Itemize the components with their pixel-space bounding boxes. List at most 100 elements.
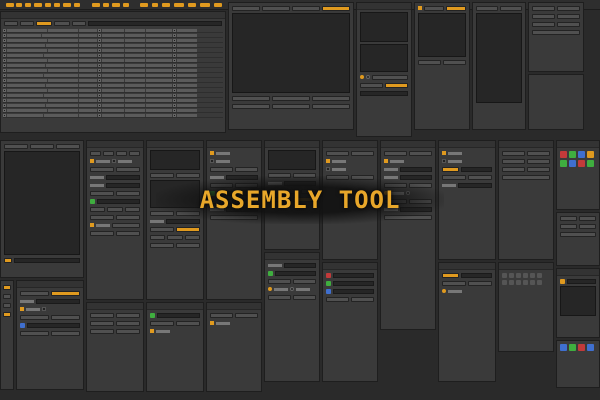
option-button[interactable] bbox=[150, 242, 174, 248]
value-field[interactable] bbox=[36, 298, 80, 304]
option-button[interactable] bbox=[442, 174, 466, 180]
option-button[interactable] bbox=[90, 190, 114, 196]
tool-button[interactable] bbox=[116, 150, 127, 156]
action-button[interactable] bbox=[312, 95, 350, 101]
value-field[interactable] bbox=[460, 272, 492, 278]
toolbar-button[interactable] bbox=[72, 20, 86, 26]
option-button[interactable] bbox=[90, 320, 114, 326]
toolbar-tab[interactable] bbox=[63, 3, 71, 7]
option-button[interactable] bbox=[268, 188, 283, 194]
tool-button[interactable] bbox=[3, 302, 11, 308]
row-checkbox[interactable] bbox=[3, 73, 6, 77]
tool-button[interactable] bbox=[3, 293, 11, 299]
value-field[interactable] bbox=[157, 312, 200, 318]
option-button[interactable] bbox=[293, 172, 316, 178]
color-swatch-icon[interactable] bbox=[560, 160, 567, 167]
option-button[interactable] bbox=[527, 158, 550, 164]
option-button[interactable] bbox=[90, 328, 114, 334]
preview-viewport[interactable] bbox=[232, 13, 350, 93]
option-button[interactable] bbox=[446, 5, 466, 11]
option-button[interactable] bbox=[351, 150, 374, 156]
checkbox-icon[interactable] bbox=[442, 159, 446, 163]
value-field[interactable] bbox=[226, 174, 258, 180]
option-button[interactable] bbox=[560, 223, 577, 229]
value-field[interactable] bbox=[333, 280, 374, 286]
row-checkbox[interactable] bbox=[3, 103, 6, 107]
option-button[interactable] bbox=[326, 174, 349, 180]
color-swatch-icon[interactable] bbox=[326, 272, 331, 278]
option-button[interactable] bbox=[557, 5, 580, 11]
option-button[interactable] bbox=[150, 226, 174, 232]
checkbox-icon[interactable] bbox=[90, 159, 94, 163]
option-button[interactable] bbox=[372, 74, 408, 80]
radio-icon[interactable] bbox=[384, 191, 388, 195]
color-swatch-icon[interactable] bbox=[150, 312, 155, 318]
value-field[interactable] bbox=[284, 262, 316, 268]
color-swatch-icon[interactable] bbox=[578, 160, 585, 167]
option-button[interactable] bbox=[557, 13, 580, 19]
toolbar-button[interactable] bbox=[232, 5, 260, 11]
row-checkbox[interactable] bbox=[3, 38, 6, 42]
toolbar-tab[interactable] bbox=[92, 3, 100, 7]
toolbar-button[interactable] bbox=[54, 20, 70, 26]
apply-button[interactable] bbox=[4, 257, 12, 263]
value-field[interactable] bbox=[333, 288, 374, 294]
value-field[interactable] bbox=[333, 272, 374, 278]
toolbar-tab[interactable] bbox=[16, 3, 22, 7]
value-field[interactable] bbox=[27, 322, 80, 328]
option-button[interactable] bbox=[150, 320, 174, 326]
color-swatch-icon[interactable] bbox=[326, 280, 331, 286]
option-button[interactable] bbox=[210, 166, 233, 172]
row-checkbox[interactable] bbox=[3, 68, 6, 72]
option-button[interactable] bbox=[560, 215, 577, 221]
value-field[interactable] bbox=[460, 166, 492, 172]
checkbox-icon[interactable] bbox=[90, 223, 94, 227]
option-button[interactable] bbox=[442, 272, 459, 278]
file-view[interactable] bbox=[4, 151, 80, 255]
option-button[interactable] bbox=[468, 280, 492, 286]
option-button[interactable] bbox=[235, 198, 258, 204]
option-button[interactable] bbox=[51, 330, 80, 336]
option-button[interactable] bbox=[527, 166, 550, 172]
toolbar-tab[interactable] bbox=[54, 3, 60, 7]
option-button[interactable] bbox=[20, 330, 49, 336]
color-swatch-icon[interactable] bbox=[210, 190, 215, 196]
color-swatch-icon[interactable] bbox=[268, 270, 273, 276]
value-field[interactable] bbox=[217, 190, 258, 196]
option-button[interactable] bbox=[500, 5, 522, 11]
row-checkbox[interactable] bbox=[3, 63, 6, 67]
toolbar-tab[interactable] bbox=[162, 3, 170, 7]
toolbar-tab[interactable] bbox=[34, 3, 42, 7]
toolbar-tab[interactable] bbox=[200, 3, 210, 7]
log-view[interactable] bbox=[560, 286, 596, 316]
color-swatch-icon[interactable] bbox=[90, 198, 95, 204]
option-button[interactable] bbox=[112, 222, 140, 228]
row-checkbox[interactable] bbox=[3, 78, 6, 82]
option-button[interactable] bbox=[502, 174, 550, 180]
action-button[interactable] bbox=[232, 103, 270, 109]
option-button[interactable] bbox=[235, 182, 258, 188]
option-button[interactable] bbox=[235, 312, 258, 318]
preview-viewport[interactable] bbox=[360, 44, 408, 72]
option-button[interactable] bbox=[284, 188, 300, 194]
option-button[interactable] bbox=[268, 294, 291, 300]
value-field[interactable] bbox=[400, 174, 432, 180]
option-button[interactable] bbox=[468, 174, 492, 180]
color-swatch-icon[interactable] bbox=[560, 344, 567, 351]
option-button[interactable] bbox=[326, 150, 349, 156]
color-swatch-icon[interactable] bbox=[569, 151, 576, 158]
option-button[interactable] bbox=[384, 182, 407, 188]
toolbar-tab[interactable] bbox=[6, 3, 14, 7]
row-checkbox[interactable] bbox=[3, 28, 6, 32]
option-button[interactable] bbox=[384, 150, 407, 156]
option-button[interactable] bbox=[579, 215, 596, 221]
toolbar-tab[interactable] bbox=[140, 3, 148, 7]
option-button[interactable] bbox=[532, 29, 580, 35]
color-swatch-icon[interactable] bbox=[326, 288, 331, 294]
color-swatch-icon[interactable] bbox=[569, 160, 576, 167]
value-field[interactable] bbox=[360, 90, 408, 96]
path-field[interactable] bbox=[14, 257, 80, 263]
value-field[interactable] bbox=[275, 270, 316, 276]
table-row[interactable] bbox=[3, 113, 223, 118]
checkbox-icon[interactable] bbox=[418, 6, 422, 10]
